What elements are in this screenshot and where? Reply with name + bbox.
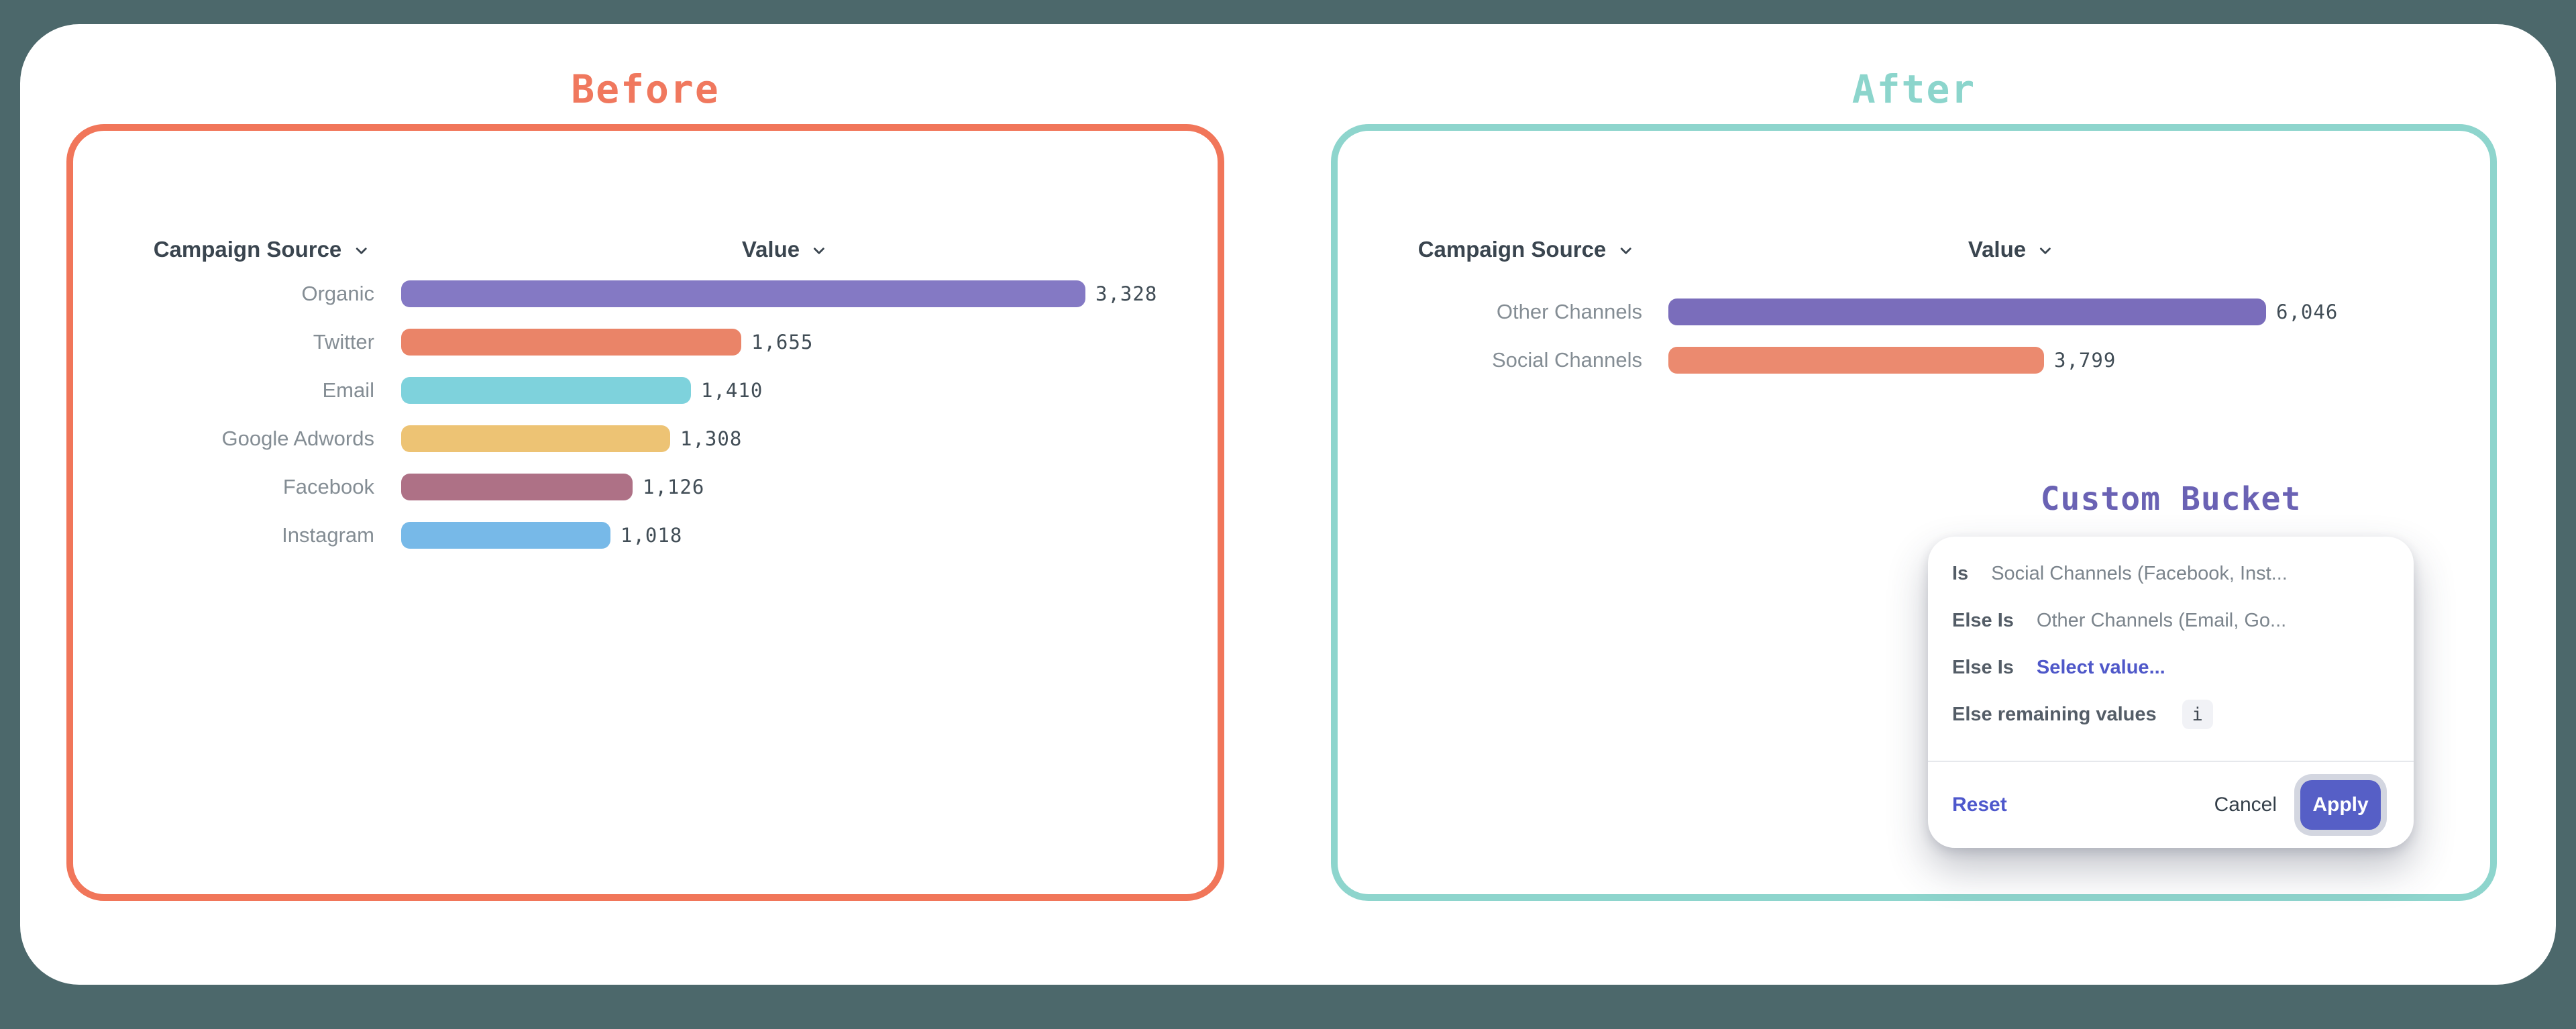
bucket-rule-prefix: Else Is	[1952, 610, 2014, 632]
bar-value-label: 1,410	[701, 379, 763, 402]
measure-header-label: Value	[742, 237, 800, 262]
bucket-rule-row[interactable]: Is Social Channels (Facebook, Inst...	[1952, 550, 2387, 597]
chevron-down-icon	[2037, 242, 2054, 260]
bar-value-label: 1,655	[751, 331, 813, 354]
cancel-button[interactable]: Cancel	[2214, 794, 2277, 816]
bar-value-label: 1,126	[643, 476, 704, 498]
before-dimension-header[interactable]: Campaign Source	[154, 237, 370, 262]
bucket-rule-value: Select value...	[2037, 657, 2165, 679]
bucket-rule-row[interactable]: Else Is Select value...	[1952, 644, 2387, 691]
chart-row: Organic 3,328	[73, 270, 1214, 318]
bucket-rule-value: Other Channels (Email, Go...	[2037, 610, 2286, 632]
bar-value-label: 3,328	[1095, 282, 1157, 305]
bucket-rule-prefix: Else remaining values	[1952, 704, 2157, 726]
category-label: Other Channels	[1338, 300, 1642, 324]
bucket-rules-list: Is Social Channels (Facebook, Inst... El…	[1928, 537, 2414, 738]
dimension-header-label: Campaign Source	[154, 237, 342, 262]
chevron-down-icon	[810, 242, 828, 260]
bar[interactable]	[401, 377, 691, 404]
bar[interactable]	[401, 280, 1085, 307]
chart-row: Twitter 1,655	[73, 318, 1214, 366]
bar-track: 1,018	[401, 522, 1214, 549]
category-label: Twitter	[73, 330, 374, 354]
dimension-header-label: Campaign Source	[1418, 237, 1607, 262]
before-bar-chart: Organic 3,328 Twitter 1,655 Email 1,410 Google…	[73, 270, 1214, 559]
bucket-rule-row[interactable]: Else Is Other Channels (Email, Go...	[1952, 597, 2387, 644]
chart-row: Social Channels 3,799	[1338, 336, 2486, 384]
custom-bucket-title: Custom Bucket	[1928, 482, 2414, 517]
bar-value-label: 3,799	[2054, 349, 2116, 372]
category-label: Social Channels	[1338, 348, 1642, 372]
after-title: After	[1331, 70, 2497, 109]
category-label: Organic	[73, 282, 374, 306]
category-label: Email	[73, 378, 374, 402]
bar-track: 1,308	[401, 425, 1214, 452]
chart-row: Instagram 1,018	[73, 511, 1214, 559]
bar-value-label: 1,018	[621, 524, 682, 547]
bar-track: 1,410	[401, 377, 1214, 404]
info-icon[interactable]: i	[2182, 700, 2213, 729]
bucket-rule-prefix: Else Is	[1952, 657, 2014, 679]
after-bar-chart: Other Channels 6,046 Social Channels 3,799	[1338, 288, 2486, 384]
bar[interactable]	[401, 425, 670, 452]
bar-track: 6,046	[1668, 299, 2486, 325]
category-label: Instagram	[73, 523, 374, 547]
category-label: Google Adwords	[73, 427, 374, 451]
bar-track: 1,126	[401, 474, 1214, 500]
bar-value-label: 1,308	[680, 427, 742, 450]
apply-button[interactable]: Apply	[2300, 780, 2381, 830]
bar[interactable]	[401, 474, 633, 500]
reset-button[interactable]: Reset	[1952, 794, 2007, 816]
apply-button-focus-ring: Apply	[2294, 774, 2387, 836]
bucket-rule-prefix: Is	[1952, 563, 1968, 585]
bar[interactable]	[401, 329, 741, 356]
bucket-rule-row[interactable]: Else remaining values i	[1952, 691, 2387, 738]
chart-row: Google Adwords 1,308	[73, 415, 1214, 463]
after-dimension-header[interactable]: Campaign Source	[1418, 237, 1635, 262]
before-measure-header[interactable]: Value	[742, 237, 828, 262]
page-background: Before After Campaign Source Value Campa…	[0, 0, 2576, 1029]
before-title: Before	[66, 70, 1224, 109]
chevron-down-icon	[1617, 242, 1634, 260]
chart-row: Facebook 1,126	[73, 463, 1214, 511]
popup-footer: Reset Cancel Apply	[1928, 762, 2414, 848]
bar[interactable]	[1668, 347, 2044, 374]
measure-header-label: Value	[1968, 237, 2026, 262]
chevron-down-icon	[352, 242, 370, 260]
bar-track: 3,799	[1668, 347, 2486, 374]
chart-row: Other Channels 6,046	[1338, 288, 2486, 336]
chart-row: Email 1,410	[73, 366, 1214, 415]
bucket-rule-value: Social Channels (Facebook, Inst...	[1991, 563, 2288, 585]
bar-track: 3,328	[401, 280, 1214, 307]
bar[interactable]	[1668, 299, 2266, 325]
bar-value-label: 6,046	[2276, 301, 2338, 323]
bar-track: 1,655	[401, 329, 1214, 356]
custom-bucket-popup: Is Social Channels (Facebook, Inst... El…	[1928, 537, 2414, 848]
after-measure-header[interactable]: Value	[1968, 237, 2054, 262]
bar[interactable]	[401, 522, 610, 549]
category-label: Facebook	[73, 475, 374, 499]
